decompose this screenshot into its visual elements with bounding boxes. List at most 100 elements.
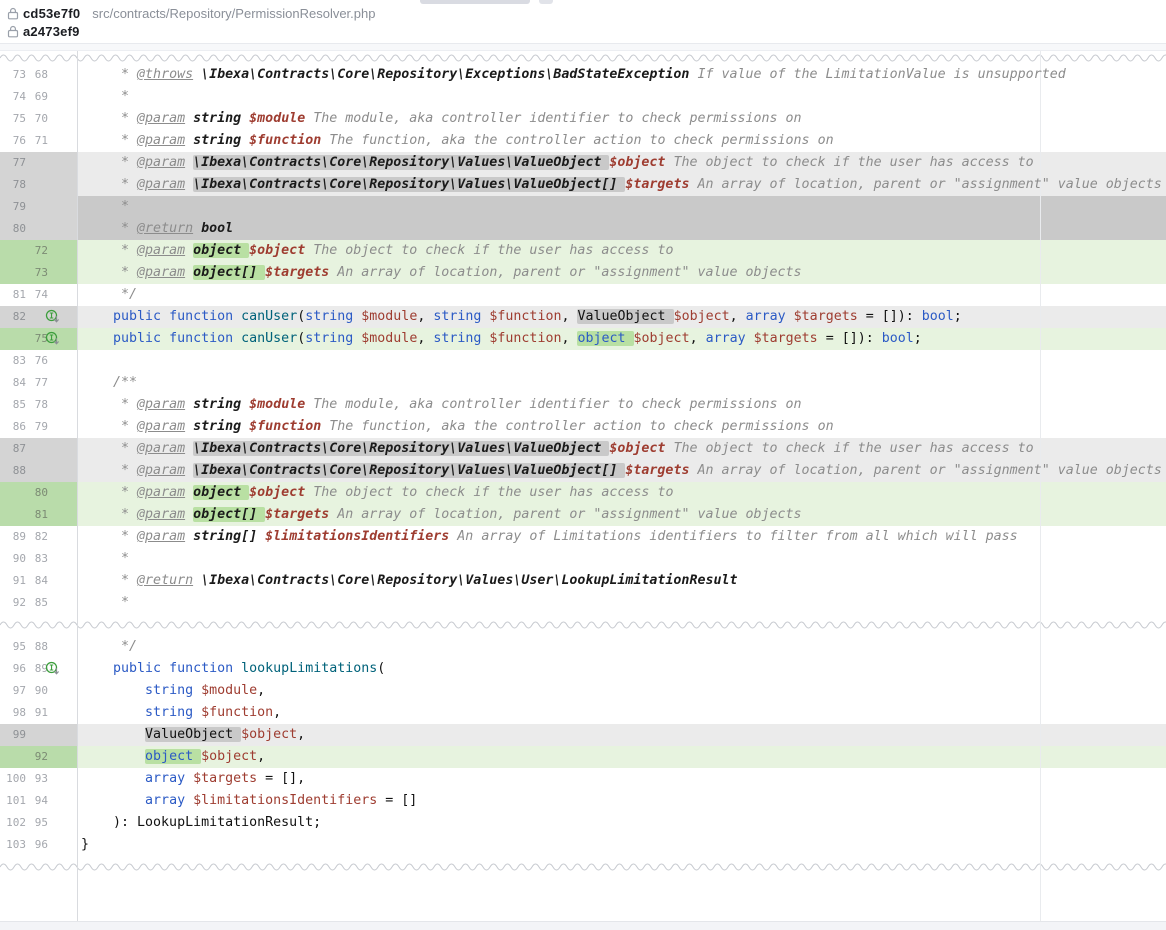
new-line-number: 72 — [26, 240, 48, 262]
gutter: 8578 — [0, 394, 77, 416]
diff-viewer-window: cd53e7f0 src/contracts/Repository/Permis… — [0, 0, 1166, 930]
gutter: 81 — [0, 504, 77, 526]
revision-new-hash: a2473ef9 — [23, 24, 80, 39]
gutter: 9790 — [0, 680, 77, 702]
gutter: 10295 — [0, 812, 77, 834]
diff-row: 9285 * — [0, 592, 1166, 614]
code-line: */ — [77, 636, 1166, 658]
code-line: * @throws \Ibexa\Contracts\Core\Reposito… — [77, 64, 1166, 86]
diff-row: 82I public function canUser(string $modu… — [0, 306, 1166, 328]
new-line-number: 76 — [26, 350, 48, 372]
code-line: * — [77, 196, 1166, 218]
diff-row: 75I public function canUser(string $modu… — [0, 328, 1166, 350]
gutter: 88 — [0, 460, 77, 482]
code-line: * @param string $module The module, aka … — [77, 394, 1166, 416]
new-line-number: 93 — [26, 768, 48, 790]
new-line-number: 81 — [26, 504, 48, 526]
code-line: } — [77, 834, 1166, 856]
gutter: 80 — [0, 482, 77, 504]
implemented-method-icon[interactable]: I — [45, 661, 61, 677]
old-line-number: 91 — [0, 570, 26, 592]
diff-row: 10194 array $limitationsIdentifiers = [] — [0, 790, 1166, 812]
collapsed-lines-separator[interactable] — [0, 614, 1166, 636]
new-line-number: 83 — [26, 548, 48, 570]
diff-row: 8477 /** — [0, 372, 1166, 394]
new-line-number: 74 — [26, 284, 48, 306]
revision-old-hash: cd53e7f0 — [23, 6, 80, 21]
implemented-method-icon[interactable]: I — [45, 309, 61, 325]
old-line-number: 97 — [0, 680, 26, 702]
old-line-number: 82 — [0, 306, 26, 328]
diff-row: 92 object $object, — [0, 746, 1166, 768]
gutter: 9588 — [0, 636, 77, 658]
code-line: array $limitationsIdentifiers = [] — [77, 790, 1166, 812]
new-line-number: 88 — [26, 636, 48, 658]
diff-row: 7671 * @param string $function The funct… — [0, 130, 1166, 152]
diff-row: 10093 array $targets = [], — [0, 768, 1166, 790]
code-line: * @return bool — [77, 218, 1166, 240]
gutter: 78 — [0, 174, 77, 196]
gutter: 9285 — [0, 592, 77, 614]
old-line-number: 95 — [0, 636, 26, 658]
code-line: * — [77, 86, 1166, 108]
editor-empty-area — [0, 878, 1166, 921]
diff-row: 77 * @param \Ibexa\Contracts\Core\Reposi… — [0, 152, 1166, 174]
gutter: 73 — [0, 262, 77, 284]
gutter: 79 — [0, 196, 77, 218]
diff-row: 72 * @param object $object The object to… — [0, 240, 1166, 262]
new-line-number: 79 — [26, 416, 48, 438]
collapsed-lines-separator[interactable] — [0, 51, 1166, 64]
gutter: 99 — [0, 724, 77, 746]
old-line-number: 78 — [0, 174, 26, 196]
gutter: 10194 — [0, 790, 77, 812]
diff-row: 88 * @param \Ibexa\Contracts\Core\Reposi… — [0, 460, 1166, 482]
old-line-number: 90 — [0, 548, 26, 570]
new-line-number: 78 — [26, 394, 48, 416]
lock-icon — [7, 25, 19, 38]
old-line-number: 101 — [0, 790, 26, 812]
svg-text:I: I — [49, 311, 54, 320]
code-line: ValueObject $object, — [77, 724, 1166, 746]
implemented-method-icon[interactable]: I — [45, 331, 61, 347]
code-line: string $module, — [77, 680, 1166, 702]
diff-row: 8578 * @param string $module The module,… — [0, 394, 1166, 416]
new-line-number: 84 — [26, 570, 48, 592]
new-line-number: 69 — [26, 86, 48, 108]
diff-row: 9891 string $function, — [0, 702, 1166, 724]
collapsed-lines-separator[interactable] — [0, 856, 1166, 878]
new-line-number: 77 — [26, 372, 48, 394]
code-line — [77, 350, 1166, 372]
old-line-number: 103 — [0, 834, 26, 856]
code-line: public function canUser(string $module, … — [77, 328, 1166, 350]
diff-row: 78 * @param \Ibexa\Contracts\Core\Reposi… — [0, 174, 1166, 196]
code-line: * @param object[] $targets An array of l… — [77, 262, 1166, 284]
new-line-number: 85 — [26, 592, 48, 614]
code-line: * @param string $module The module, aka … — [77, 108, 1166, 130]
old-line-number: 75 — [0, 108, 26, 130]
code-line: */ — [77, 284, 1166, 306]
gutter: 8477 — [0, 372, 77, 394]
diff-row: 9588 */ — [0, 636, 1166, 658]
new-line-number: 90 — [26, 680, 48, 702]
old-line-number: 87 — [0, 438, 26, 460]
old-line-number: 83 — [0, 350, 26, 372]
gutter: 87 — [0, 438, 77, 460]
gutter: 77 — [0, 152, 77, 174]
diff-row: 79 * — [0, 196, 1166, 218]
gutter: 7368 — [0, 64, 77, 86]
new-line-number: 73 — [26, 262, 48, 284]
diff-row: 80 * @return bool — [0, 218, 1166, 240]
diff-row: 8174 */ — [0, 284, 1166, 306]
gutter: 8376 — [0, 350, 77, 372]
new-line-number: 80 — [26, 482, 48, 504]
gutter: 75I — [0, 328, 77, 350]
code-line: * — [77, 548, 1166, 570]
old-line-number: 73 — [0, 64, 26, 86]
new-line-number: 96 — [26, 834, 48, 856]
old-line-number: 85 — [0, 394, 26, 416]
new-line-number: 68 — [26, 64, 48, 86]
diff-row: 99 ValueObject $object, — [0, 724, 1166, 746]
code-line: * @param string $function The function, … — [77, 416, 1166, 438]
diff-row: 7570 * @param string $module The module,… — [0, 108, 1166, 130]
gutter: 7570 — [0, 108, 77, 130]
